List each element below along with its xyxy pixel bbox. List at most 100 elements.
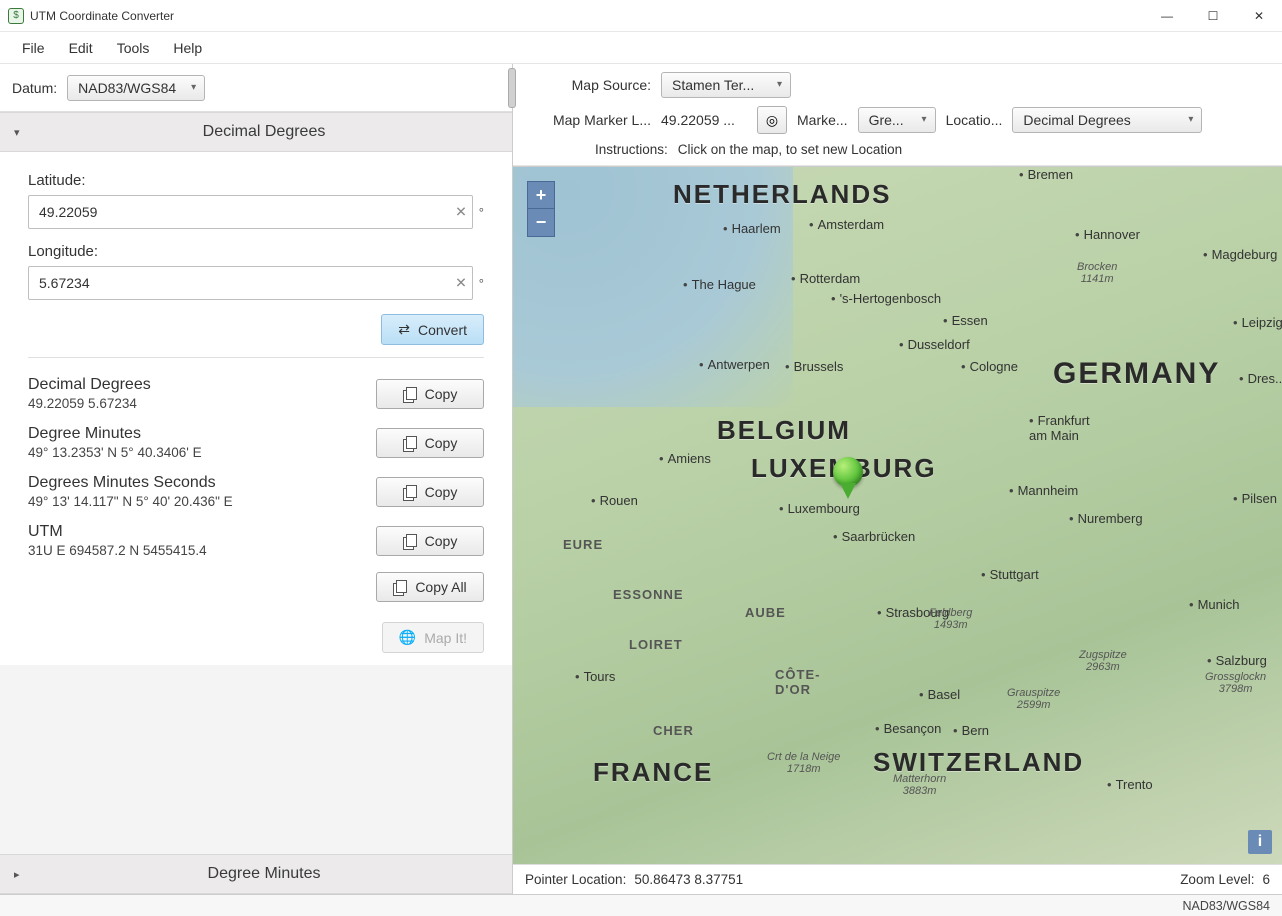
city-basel: Basel [919,687,960,702]
city-rotterdam: Rotterdam [791,271,860,286]
mtn-brocken: Brocken 1141m [1077,261,1117,285]
longitude-label: Longitude: [28,243,484,260]
expand-icon: ▸ [14,868,30,881]
city-cologne: Cologne [961,359,1018,374]
close-button[interactable]: ✕ [1236,0,1282,32]
center-marker-button[interactable]: ◎ [757,106,787,134]
city-bern: Bern [953,723,989,738]
panel-header-decimal-degrees[interactable]: ▾ Decimal Degrees [0,112,512,152]
city-trento: Trento [1107,777,1153,792]
convert-button[interactable]: ⇄ Convert [381,314,484,345]
instructions-label: Instructions: [595,142,668,157]
city-dresden: Dres... [1239,371,1282,386]
map-marker[interactable] [833,457,863,501]
city-stuttgart: Stuttgart [981,567,1039,582]
copy-dm-button[interactable]: Copy [376,428,484,458]
result-utm-title: UTM [28,523,364,541]
copy-icon [393,580,407,594]
copy-icon [403,534,417,548]
city-dusseldorf: Dusseldorf [899,337,970,352]
region-aube: AUBE [745,605,786,620]
copy-icon [403,387,417,401]
zoom-level-value: 6 [1262,872,1270,887]
marker-color-dropdown[interactable]: Gre... [858,107,936,133]
map-source-dropdown[interactable]: Stamen Ter... [661,72,791,98]
copy-icon [403,485,417,499]
city-essen: Essen [943,313,988,328]
city-magdeburg: Magdeburg [1203,247,1277,262]
city-rouen: Rouen [591,493,638,508]
results-section: Decimal Degrees 49.22059 5.67234 Copy De… [28,357,484,653]
zoom-level-label: Zoom Level: [1180,872,1254,887]
city-salzburg: Salzburg [1207,653,1267,668]
copy-dms-button[interactable]: Copy [376,477,484,507]
datum-row: Datum: NAD83/WGS84 [0,64,512,112]
country-france: FRANCE [593,757,713,788]
mtn-grossglockner: Grossglockn 3798m [1205,671,1266,695]
panel-header-degree-minutes[interactable]: ▸ Degree Minutes [0,854,512,894]
result-dd-value: 49.22059 5.67234 [28,396,364,411]
clear-latitude-icon[interactable]: ✕ [455,204,467,221]
city-pilsen: Pilsen [1233,491,1277,506]
city-brussels: Brussels [785,359,843,374]
app-icon: $ [8,8,24,24]
mtn-matterhorn: Matterhorn 3883m [893,773,946,797]
result-dm-value: 49° 13.2353' N 5° 40.3406' E [28,445,364,460]
menu-tools[interactable]: Tools [107,36,160,60]
marker-color-label: Marke... [797,112,848,128]
result-dms-value: 49° 13' 14.117" N 5° 40' 20.436" E [28,494,364,509]
zoom-control: + − [527,181,555,237]
result-dms-title: Degrees Minutes Seconds [28,474,364,492]
clear-longitude-icon[interactable]: ✕ [455,275,467,292]
result-dm-title: Degree Minutes [28,425,364,443]
map-canvas[interactable]: + − NETHERLANDS GERMANY BELGIUM LUXEMBUR… [513,166,1282,864]
zoom-out-button[interactable]: − [527,209,555,237]
city-haarlem: Haarlem [723,221,781,236]
mtn-feldberg: Feldberg 1493m [929,607,972,631]
datum-dropdown[interactable]: NAD83/WGS84 [67,75,205,101]
city-amiens: Amiens [659,451,711,466]
statusbar: NAD83/WGS84 [0,894,1282,916]
copy-all-button[interactable]: Copy All [376,572,484,602]
city-bremen: Bremen [1019,167,1073,182]
menu-edit[interactable]: Edit [59,36,103,60]
degree-symbol: ° [479,205,484,220]
copy-utm-button[interactable]: Copy [376,526,484,556]
city-the-hague: The Hague [683,277,756,292]
right-pane: Map Source: Stamen Ter... Map Marker L..… [513,64,1282,894]
map-toolbar: Map Source: Stamen Ter... Map Marker L..… [513,64,1282,166]
region-cotedor: CÔTE- D'OR [775,667,820,697]
city-antwerpen: Antwerpen [699,357,770,372]
longitude-input[interactable] [28,266,473,300]
location-format-dropdown[interactable]: Decimal Degrees [1012,107,1202,133]
map-info-button[interactable]: i [1248,830,1272,854]
maximize-button[interactable]: ☐ [1190,0,1236,32]
map-statusbar: Pointer Location: 50.86473 8.37751 Zoom … [513,864,1282,894]
mtn-crt: Crt de la Neige 1718m [767,751,840,775]
copy-dd-button[interactable]: Copy [376,379,484,409]
region-cher: CHER [653,723,694,738]
globe-icon: 🌐 [399,629,416,646]
degree-symbol: ° [479,276,484,291]
menu-file[interactable]: File [12,36,55,60]
menu-help[interactable]: Help [163,36,212,60]
titlebar: $ UTM Coordinate Converter — ☐ ✕ [0,0,1282,32]
pointer-location-label: Pointer Location: [525,872,626,887]
minimize-button[interactable]: — [1144,0,1190,32]
result-utm-value: 31U E 694587.2 N 5455415.4 [28,543,364,558]
latitude-input[interactable] [28,195,473,229]
country-netherlands: NETHERLANDS [673,179,891,210]
region-eure: EURE [563,537,603,552]
city-shertogenbosch: 's-Hertogenbosch [831,291,941,306]
map-source-label: Map Source: [527,77,651,93]
window-title: UTM Coordinate Converter [30,9,1144,23]
copy-icon [403,436,417,450]
mtn-zugspitze: Zugspitze 2963m [1079,649,1127,673]
city-hannover: Hannover [1075,227,1140,242]
zoom-in-button[interactable]: + [527,181,555,209]
country-belgium: BELGIUM [717,415,851,446]
map-it-button[interactable]: 🌐Map It! [382,622,484,653]
status-datum: NAD83/WGS84 [1182,899,1270,913]
city-saarbrucken: Saarbrücken [833,529,915,544]
convert-icon: ⇄ [398,321,410,338]
